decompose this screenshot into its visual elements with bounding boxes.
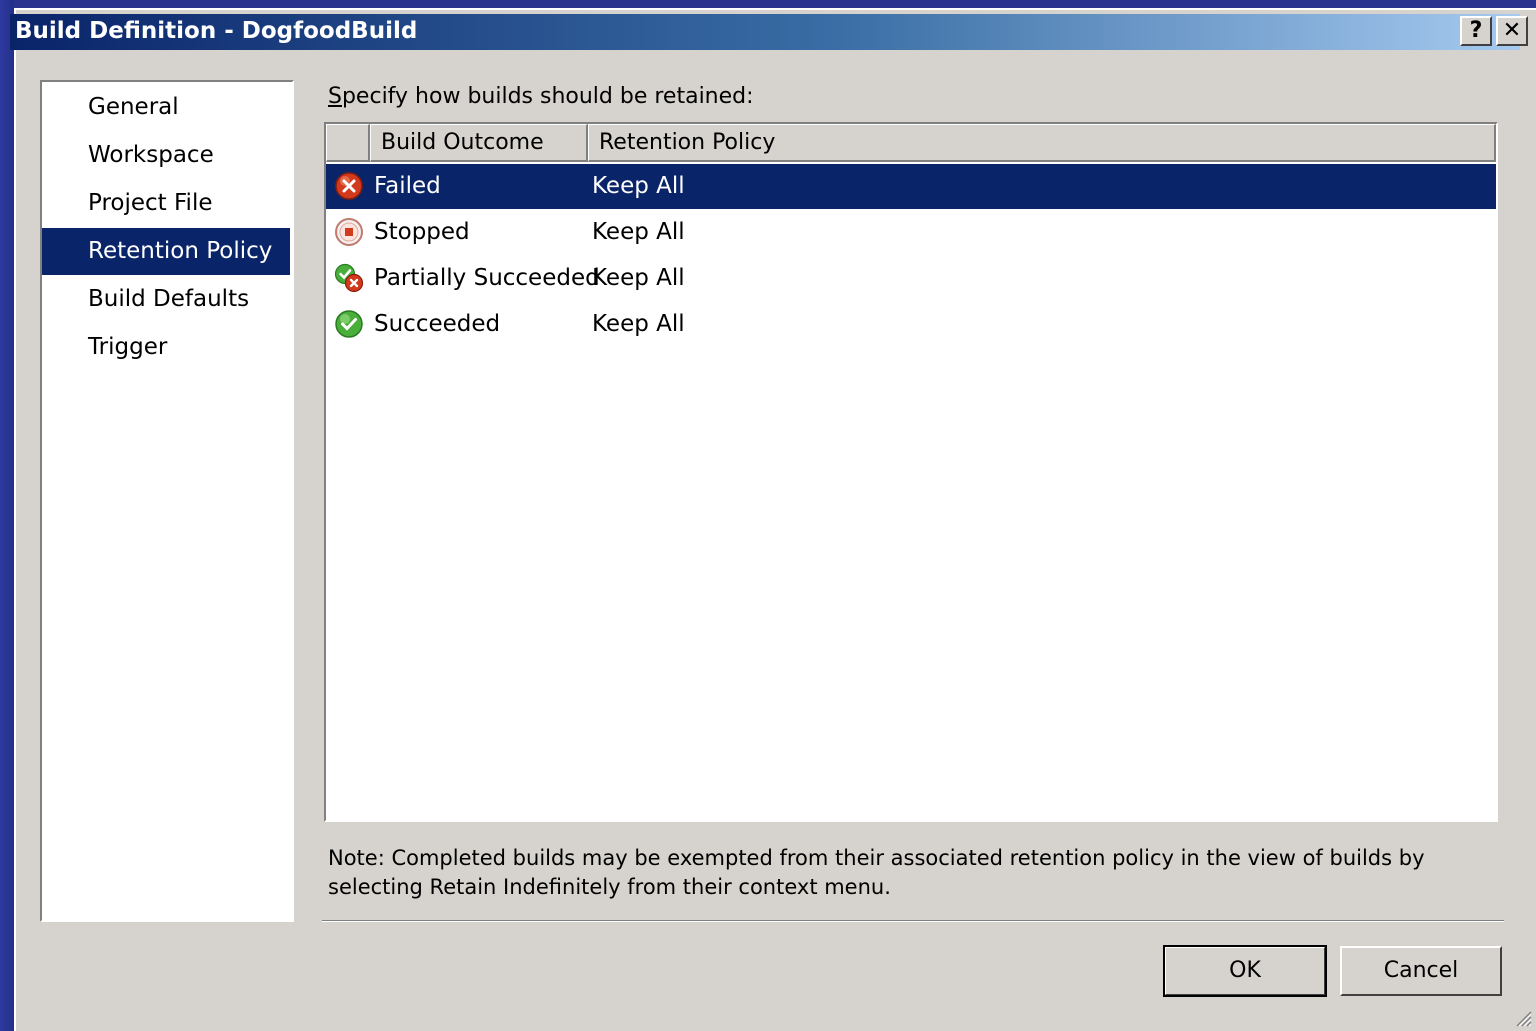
nav-item-label: Project File [88, 190, 213, 216]
settings-nav-list: General Workspace Project File Retention… [40, 80, 294, 922]
header-retention-policy[interactable]: Retention Policy [588, 124, 1496, 162]
outcome-label: Failed [374, 173, 441, 199]
nav-item-label: Build Defaults [88, 286, 250, 312]
title-bar[interactable]: Build Definition - DogfoodBuild ? ✕ [10, 14, 1528, 50]
policy-label: Keep All [592, 265, 685, 291]
stopped-icon [330, 210, 366, 255]
retention-instruction-label: Specify how builds should be retained: [328, 84, 754, 109]
retention-note: Note: Completed builds may be exempted f… [328, 844, 1478, 902]
ok-button[interactable]: OK [1163, 945, 1327, 997]
desktop-background-left [0, 0, 14, 1031]
partially-succeeded-icon [330, 256, 366, 301]
list-header: Build Outcome Retention Policy [326, 124, 1496, 162]
note-line: selecting Retain Indefinitely from their… [328, 875, 891, 899]
retention-policy-list[interactable]: Build Outcome Retention Policy Failed Ke… [324, 122, 1498, 822]
nav-item-build-defaults[interactable]: Build Defaults [42, 276, 290, 323]
succeeded-icon [330, 302, 366, 347]
nav-item-label: Retention Policy [88, 238, 273, 264]
close-icon: ✕ [1502, 18, 1522, 43]
outcome-label: Stopped [374, 219, 470, 245]
cancel-button[interactable]: Cancel [1340, 946, 1502, 996]
table-row-succeeded[interactable]: Succeeded Keep All [326, 302, 1496, 347]
help-button[interactable]: ? [1460, 16, 1492, 46]
table-row-failed[interactable]: Failed Keep All [326, 164, 1496, 209]
nav-item-trigger[interactable]: Trigger [42, 324, 290, 371]
nav-item-retention-policy[interactable]: Retention Policy [42, 228, 290, 275]
failed-icon [330, 164, 366, 209]
outcome-label: Succeeded [374, 311, 501, 337]
header-label: Build Outcome [381, 130, 544, 155]
window-title: Build Definition - DogfoodBuild [15, 18, 418, 44]
header-icon-column[interactable] [326, 124, 370, 162]
help-icon: ? [1469, 18, 1483, 43]
nav-item-label: General [88, 94, 179, 120]
nav-item-workspace[interactable]: Workspace [42, 132, 290, 179]
note-line: Note: Completed builds may be exempted f… [328, 846, 1425, 870]
nav-item-label: Trigger [88, 334, 168, 360]
table-row-partially-succeeded[interactable]: Partially Succeeded Keep All [326, 256, 1496, 301]
nav-item-project-file[interactable]: Project File [42, 180, 290, 227]
nav-item-general[interactable]: General [42, 84, 290, 131]
header-build-outcome[interactable]: Build Outcome [370, 124, 588, 162]
resize-grip-icon[interactable] [1512, 1007, 1532, 1027]
policy-label: Keep All [592, 219, 685, 245]
policy-label: Keep All [592, 311, 685, 337]
desktop-background [0, 0, 1536, 8]
outcome-label: Partially Succeeded [374, 265, 600, 291]
nav-item-label: Workspace [88, 142, 214, 168]
divider [322, 920, 1504, 922]
instruction-accelerator: S [328, 84, 342, 109]
close-button[interactable]: ✕ [1496, 16, 1528, 46]
header-label: Retention Policy [599, 130, 776, 155]
table-row-stopped[interactable]: Stopped Keep All [326, 210, 1496, 255]
instruction-text: pecify how builds should be retained: [341, 84, 754, 109]
policy-label: Keep All [592, 173, 685, 199]
